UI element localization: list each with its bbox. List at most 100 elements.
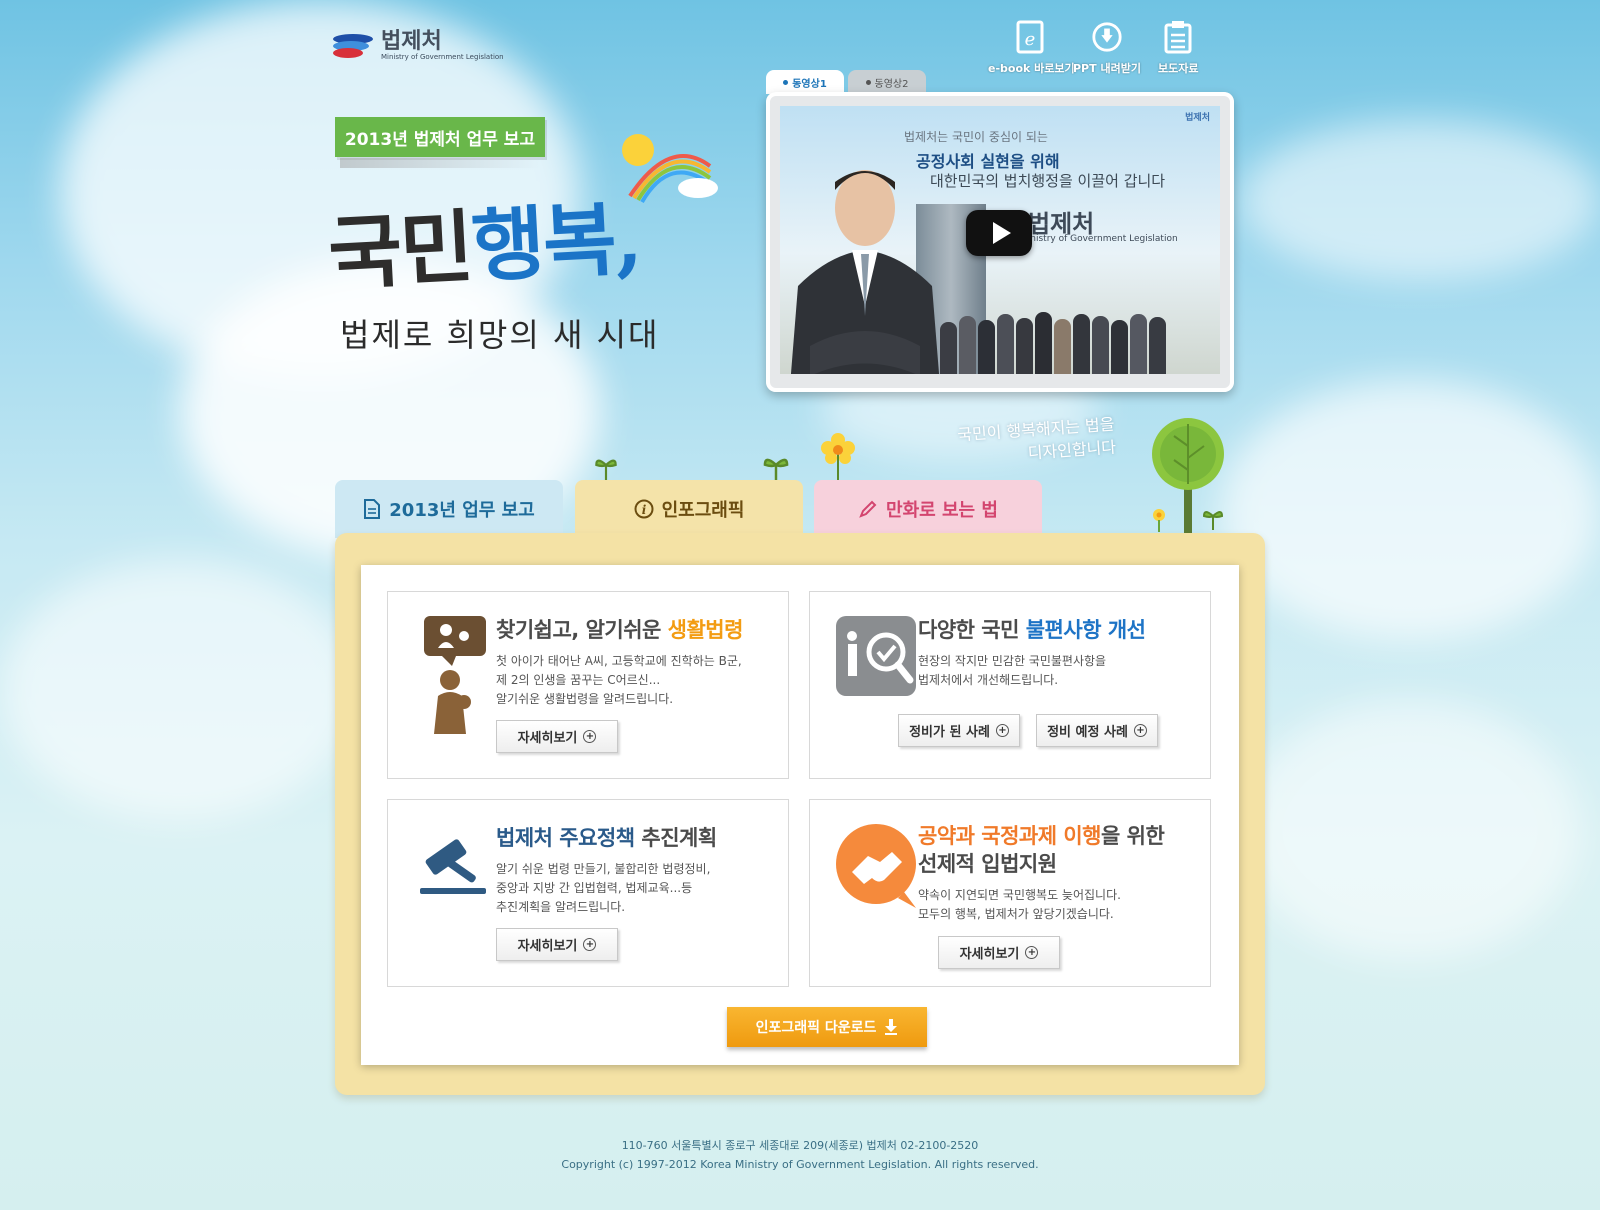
download-button-label: 인포그래픽 다운로드 — [755, 1020, 877, 1036]
tab-video1[interactable]: 동영상1 — [766, 70, 844, 94]
download-arrow-icon — [885, 1019, 898, 1035]
tab-work-report[interactable]: 2013년 업무 보고 — [335, 480, 563, 538]
desc-line: 현장의 작지만 민감한 국민불편사항을 — [918, 654, 1107, 668]
title-text: 추진계획 — [641, 826, 717, 850]
plus-circle-icon: + — [995, 724, 1009, 737]
card-legislative-support: 공약과 국정과제 이행을 위한 선제적 입법지원 약속이 지연되면 국민행복도 … — [809, 799, 1211, 987]
download-icon — [1091, 20, 1123, 54]
tab-comic-law[interactable]: 만화로 보는 법 — [814, 480, 1042, 538]
staff-group-image — [940, 306, 1180, 374]
slogan: 국민이 행복해지는 법을 디자인합니다 — [957, 413, 1117, 470]
card-complaints: 다양한 국민 불편사항 개선 현장의 작지만 민감한 국민불편사항을 법제처에서… — [809, 591, 1211, 779]
desc-line: 알기쉬운 생활법령을 알려드립니다. — [496, 692, 674, 706]
document-icon — [364, 499, 381, 519]
press-release-link[interactable]: 보도자료 — [1158, 20, 1198, 76]
title-text: 다양한 국민 — [918, 618, 1026, 642]
desc-line: 알기 쉬운 법령 만들기, 불합리한 법령정비, — [496, 862, 711, 876]
parent-child-icon — [424, 616, 486, 734]
card-policy-plan-desc: 알기 쉬운 법령 만들기, 불합리한 법령정비, 중앙과 지방 간 입법협력, … — [496, 860, 710, 917]
footer-copyright: Copyright (c) 1997-2012 Korea Ministry o… — [561, 1158, 1039, 1171]
press-release-label: 보도자료 — [1158, 62, 1199, 75]
badge-shadow — [340, 158, 540, 168]
ppt-download-link[interactable]: PPT 내려받기 — [1073, 20, 1141, 76]
info-icon: i — [634, 499, 654, 519]
card-living-law: 찾기쉽고, 알기쉬운 생활법령 첫 아이가 태어난 A씨, 고등학교에 진학하는… — [387, 591, 789, 779]
title-highlight: 불편사항 개선 — [1025, 618, 1146, 642]
site-logo[interactable]: 법제처 Ministry of Government Legislation — [333, 30, 504, 61]
video-brand-en: Ministry of Government Legislation — [1020, 234, 1178, 244]
desc-line: 제 2의 인생을 꿈꾸는 C어르신... — [496, 673, 661, 687]
gavel-icon — [420, 839, 486, 894]
video-text-line1: 법제처는 국민이 중심이 되는 — [904, 130, 1048, 144]
infographic-download-button[interactable]: 인포그래픽 다운로드 — [727, 1007, 927, 1047]
video-tabs: 동영상1 동영상2 — [766, 70, 926, 94]
tab-video2-label: 동영상2 — [874, 78, 909, 90]
desc-line: 추진계획을 알려드립니다. — [496, 900, 626, 914]
card-policy-plan: 법제처 주요정책 추진계획 알기 쉬운 법령 만들기, 불합리한 법령정비, 중… — [387, 799, 789, 987]
title-highlight: 생활법령 — [667, 618, 744, 642]
video-text-line3: 대한민국의 법치행정을 이끌어 갑니다 — [930, 172, 1166, 190]
logo-english-text: Ministry of Government Legislation — [381, 53, 504, 61]
card-policy-plan-title: 법제처 주요정책 추진계획 — [496, 822, 717, 852]
report-badge: 2013년 법제처 업무 보고 — [335, 117, 545, 157]
businessman-image — [790, 170, 940, 374]
desc-line: 모두의 행복, 법제처가 앞당기겠습니다. — [918, 907, 1114, 921]
footer: 110-760 서울특별시 종로구 세종대로 209(세종로) 법제처 02-2… — [0, 1136, 1600, 1174]
tab-infographic-label: 인포그래픽 — [661, 500, 745, 521]
desc-line: 중앙과 지방 간 입법협력, 법제교육...등 — [496, 881, 693, 895]
background-cloud — [1240, 700, 1580, 960]
small-flower-icon — [1153, 509, 1165, 532]
clipboard-icon — [1162, 20, 1194, 54]
sprout-icon — [763, 458, 789, 482]
hero-title-part2: 행복, — [469, 190, 643, 294]
background-cloud — [1220, 380, 1600, 640]
button-label: 정비가 된 사례 — [909, 725, 990, 740]
plus-circle-icon: + — [583, 730, 597, 743]
card-living-law-title: 찾기쉽고, 알기쉬운 생활법령 — [496, 614, 743, 644]
title-text: 선제적 입법지원 — [918, 852, 1057, 876]
svg-text:i: i — [641, 503, 646, 517]
title-highlight: 법제처 주요정책 — [496, 826, 642, 850]
tab-video2[interactable]: 동영상2 — [848, 70, 926, 94]
tab-video1-label: 동영상1 — [792, 78, 827, 90]
tab-infographic[interactable]: i 인포그래픽 — [575, 480, 803, 538]
video-corner-brand: 법제처 — [1185, 113, 1210, 123]
improved-cases-button[interactable]: 정비가 된 사례 + — [898, 714, 1020, 747]
button-label: 자세히보기 — [517, 939, 578, 954]
desc-line: 약속이 지연되면 국민행복도 늦어집니다. — [918, 888, 1121, 902]
card-living-law-desc: 첫 아이가 태어난 A씨, 고등학교에 진학하는 B군, 제 2의 인생을 꿈꾸… — [496, 652, 742, 709]
hero-title-part1: 국민 — [326, 199, 474, 302]
plus-circle-icon: + — [1133, 724, 1147, 737]
background-cloud — [0, 560, 360, 820]
button-label: 자세히보기 — [959, 947, 1020, 962]
button-label: 자세히보기 — [517, 731, 578, 746]
tab-comic-law-label: 만화로 보는 법 — [886, 500, 998, 521]
policy-plan-more-button[interactable]: 자세히보기 + — [496, 928, 618, 961]
card-complaints-title: 다양한 국민 불편사항 개선 — [918, 614, 1146, 644]
living-law-more-button[interactable]: 자세히보기 + — [496, 720, 618, 753]
logo-korean-text: 법제처 — [381, 28, 442, 53]
background-cloud — [1240, 120, 1600, 280]
ebook-icon: e — [1015, 20, 1047, 54]
desc-line: 법제처에서 개선해드립니다. — [918, 673, 1059, 687]
infographic-content: 찾기쉽고, 알기쉬운 생활법령 첫 아이가 태어난 A씨, 고등학교에 진학하는… — [361, 565, 1239, 1065]
ebook-link[interactable]: e e-book 바로보기 — [988, 20, 1075, 76]
card-complaints-desc: 현장의 작지만 민감한 국민불편사항을 법제처에서 개선해드립니다. — [918, 652, 1106, 690]
card-legislative-support-desc: 약속이 지연되면 국민행복도 늦어집니다. 모두의 행복, 법제처가 앞당기겠습… — [918, 886, 1121, 924]
desc-line: 첫 아이가 태어난 A씨, 고등학교에 진학하는 B군, — [496, 654, 742, 668]
card-legislative-support-title: 공약과 국정과제 이행을 위한 선제적 입법지원 — [918, 822, 1165, 878]
footer-address: 110-760 서울특별시 종로구 세종대로 209(세종로) 법제처 02-2… — [621, 1139, 979, 1152]
sprout-icon — [595, 459, 617, 480]
play-icon[interactable] — [966, 210, 1032, 256]
svg-text:e: e — [1025, 29, 1036, 50]
flower-icon — [821, 433, 855, 482]
title-text: 을 위한 — [1101, 824, 1165, 848]
button-label: 정비 예정 사례 — [1047, 725, 1128, 740]
planned-cases-button[interactable]: 정비 예정 사례 + — [1036, 714, 1158, 747]
infographic-panel: 찾기쉽고, 알기쉬운 생활법령 첫 아이가 태어난 A씨, 고등학교에 진학하는… — [335, 533, 1265, 1095]
sprout-icon — [1202, 511, 1224, 530]
title-highlight: 공약과 국정과제 이행 — [918, 824, 1102, 848]
legislative-support-more-button[interactable]: 자세히보기 + — [938, 936, 1060, 969]
video-screen[interactable]: 법제처 법제처는 국민이 중심이 되는 공정사회 실현을 위해 대한민국의 법치… — [780, 106, 1220, 374]
video-text-line2: 공정사회 실현을 위해 — [916, 152, 1060, 171]
